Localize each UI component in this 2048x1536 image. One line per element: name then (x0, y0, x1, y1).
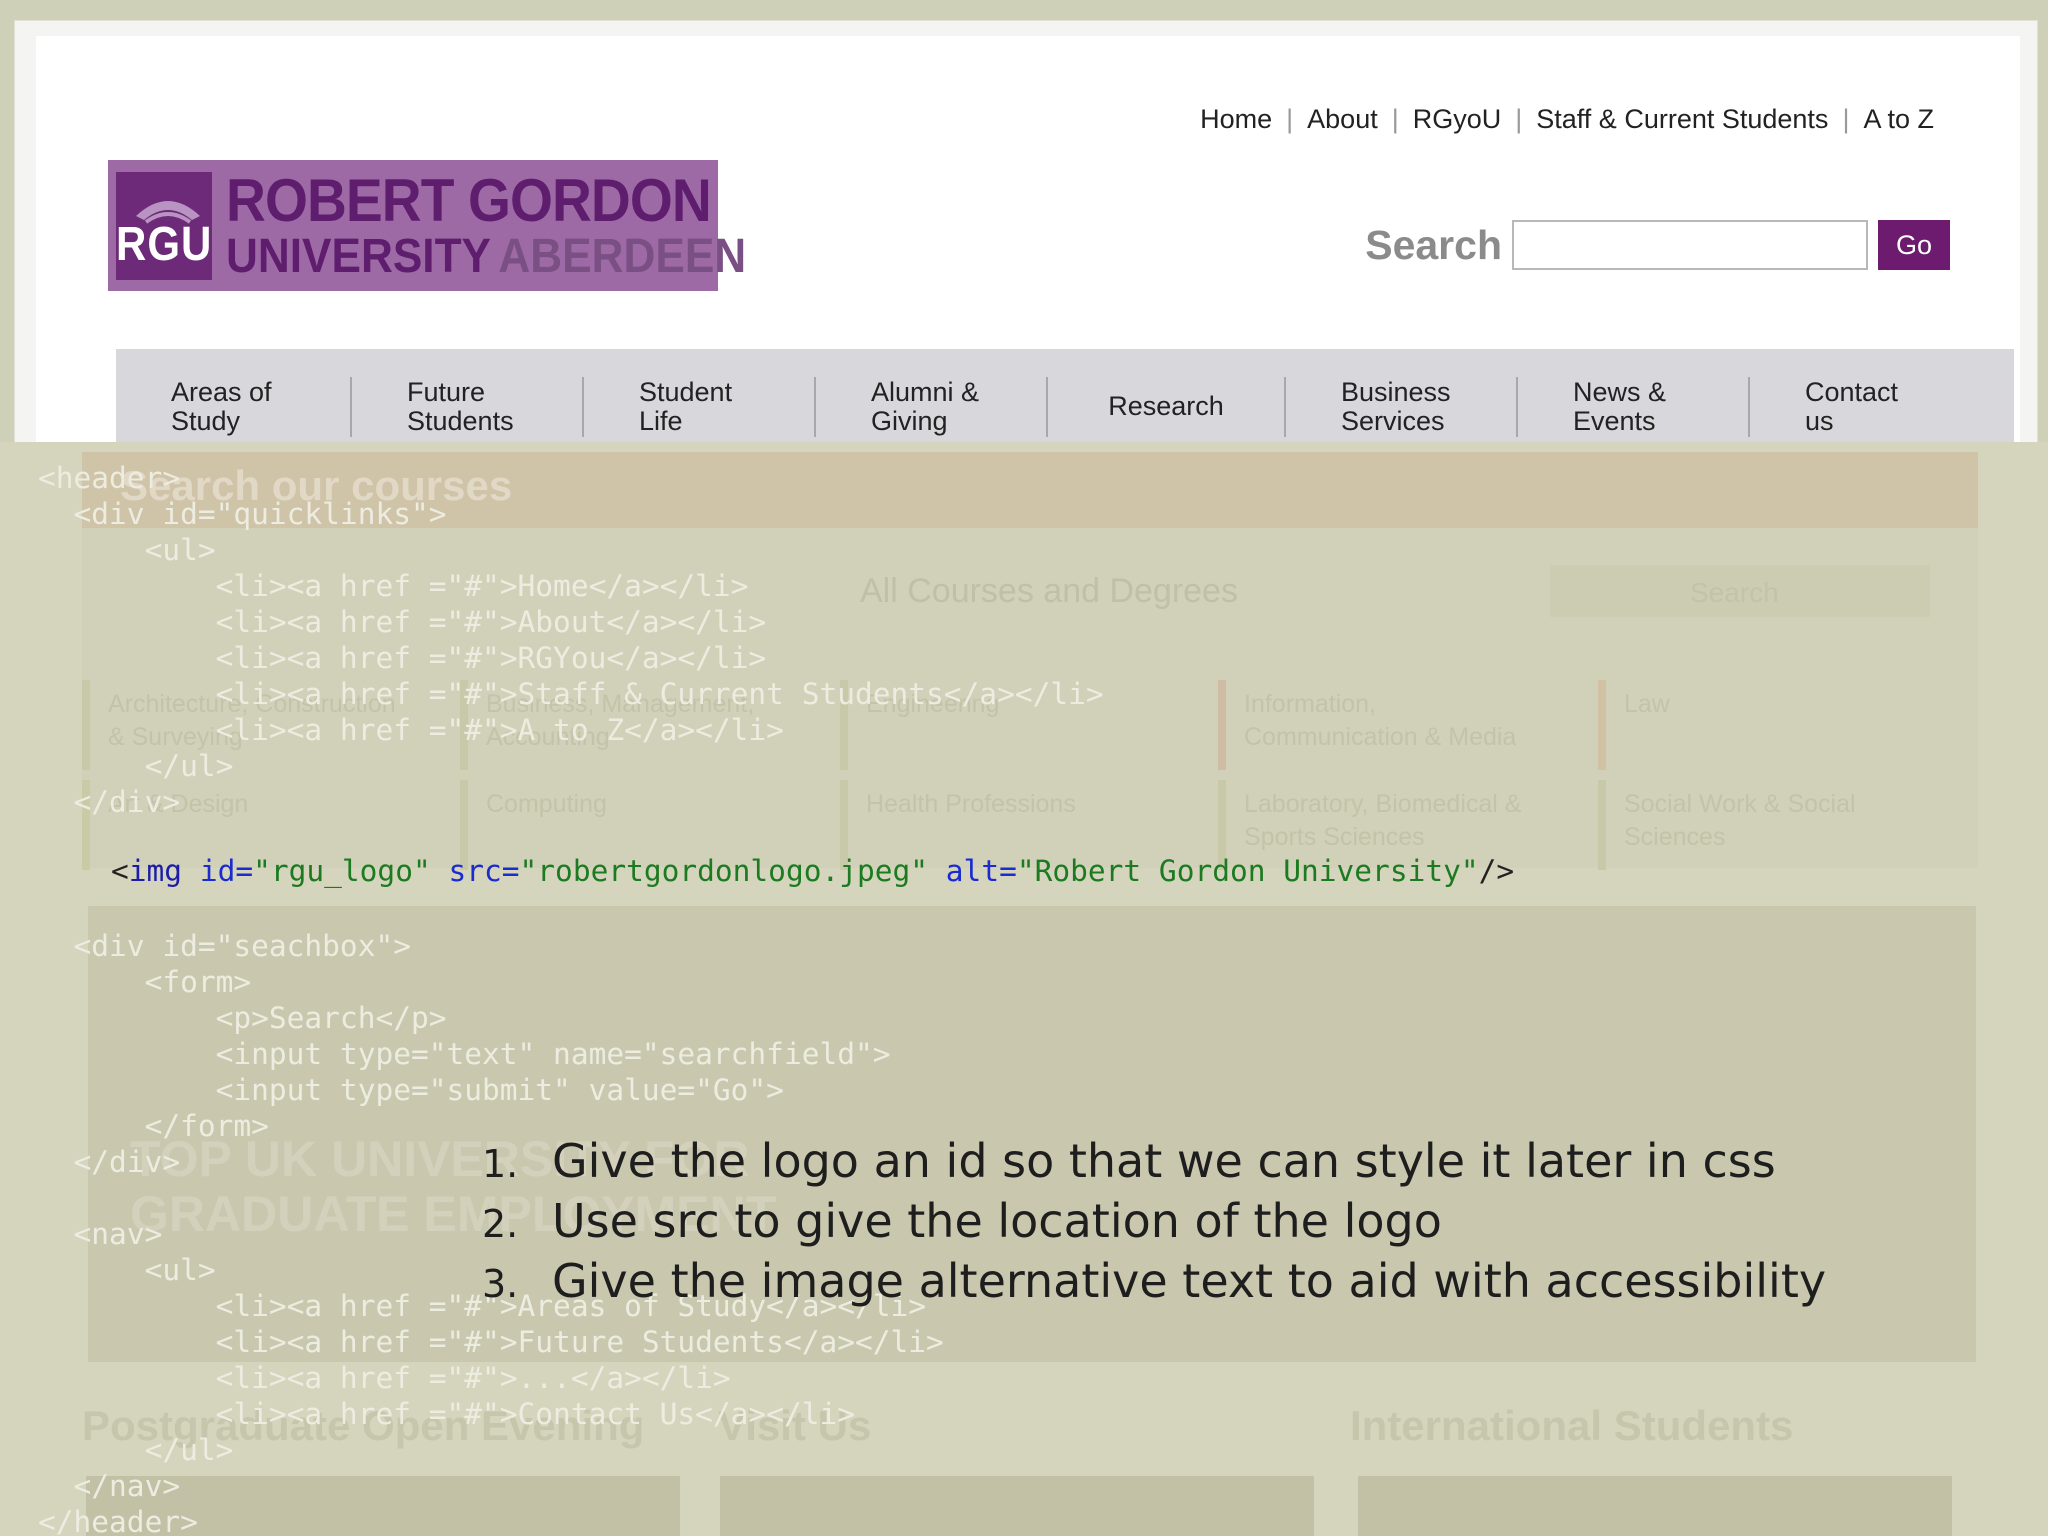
ghost-subject-tile: Information, Communication & Media (1218, 680, 1578, 770)
ghost-heading-international: International Students (1350, 1402, 1794, 1449)
ghost-subject-tile: Law (1598, 680, 1958, 770)
instruction-text: Give the logo an id so that we can style… (552, 1134, 1776, 1188)
code-close-bracket: /> (1478, 854, 1515, 888)
code-line: <li><a href ="#">Home</a></li> (38, 569, 749, 603)
code-line: <li><a href ="#">Contact Us</a></li> (38, 1397, 855, 1431)
quicklinks-bar: Home | About | RGyoU | Staff & Current Student… (1200, 104, 1934, 135)
code-attr-id: id= (182, 854, 254, 888)
code-line: </header> (38, 1505, 198, 1536)
instruction-number: 1. (482, 1142, 519, 1186)
code-line: <input type="text" name="searchfield"> (38, 1037, 891, 1071)
code-line: <input type="submit" value="Go"> (38, 1073, 784, 1107)
instruction-text: Use src to give the location of the logo (552, 1194, 1442, 1248)
ghost-thumbnail (1358, 1476, 1952, 1536)
nav-item-student-life[interactable]: Student Life (584, 376, 816, 437)
code-line: <li><a href ="#">About</a></li> (38, 605, 767, 639)
logo-line-1: ROBERT GORDON (226, 166, 712, 234)
nav-item-contact-us[interactable]: Contact us (1750, 377, 1994, 437)
nav-item-business-services[interactable]: Business Services (1286, 376, 1518, 437)
logo-line-2: UNIVERSITY ABERDEEN (226, 229, 747, 283)
code-line: <div id="seachbox"> (38, 929, 411, 963)
code-overlay: <header> <div id="quicklinks"> <ul> <li>… (38, 460, 1104, 1536)
rgu-logo[interactable]: RGU ROBERT GORDON UNIVERSITY ABERDEEN (108, 160, 747, 291)
code-open-bracket: < (111, 854, 129, 888)
logo-aberdeen: ABERDEEN (498, 229, 747, 283)
quicklink-staff-current-students[interactable]: Staff & Current Students (1536, 104, 1828, 135)
nav-item-future-students[interactable]: Future Students (352, 376, 584, 437)
quicklink-separator: | (1515, 104, 1523, 134)
instruction-text: Give the image alternative text to aid w… (552, 1254, 1827, 1308)
code-val-src: "robertgordonlogo.jpeg" (519, 854, 929, 888)
logo-university: UNIVERSITY (226, 229, 492, 283)
code-line: <li><a href ="#">Staff & Current Student… (38, 677, 1104, 711)
code-line: </nav> (38, 1469, 181, 1503)
code-tag-img: img (128, 854, 183, 888)
code-val-id: "rgu_logo" (253, 854, 431, 888)
code-line: <header> (38, 461, 181, 495)
code-val-alt: "Robert Gordon University" (1016, 854, 1479, 888)
logo-wordmark: ROBERT GORDON UNIVERSITY ABERDEEN (226, 166, 791, 283)
quicklink-about[interactable]: About (1307, 104, 1378, 135)
instruction-number: 2. (482, 1202, 519, 1246)
code-line: <p>Search</p> (38, 1001, 447, 1035)
ghost-subject-label: Information, Communication & Media (1244, 690, 1517, 751)
nav-item-areas-of-study[interactable]: Areas of Study (116, 376, 352, 437)
quicklink-rgyou[interactable]: RGyoU (1413, 104, 1502, 135)
highlighted-img-code: <img id="rgu_logo" src="robertgordonlogo… (111, 854, 1514, 888)
code-line: </ul> (38, 1433, 234, 1467)
search-go-button[interactable]: Go (1878, 220, 1950, 270)
code-line: <ul> (38, 533, 216, 567)
search-label: Search (1365, 221, 1502, 268)
search-input[interactable] (1512, 220, 1868, 270)
searchbox: Search Go (1365, 220, 1950, 270)
code-line: <form> (38, 965, 252, 999)
code-line: <li><a href ="#">RGYou</a></li> (38, 641, 767, 675)
nav-item-alumni-giving[interactable]: Alumni & Giving (816, 376, 1048, 437)
code-attr-alt: alt= (928, 854, 1017, 888)
logo-crest: RGU (116, 171, 213, 280)
code-line: </div> (38, 785, 181, 819)
quicklink-separator: | (1842, 104, 1850, 134)
ghost-subject-label: Law (1624, 690, 1670, 718)
code-line: </ul> (38, 749, 234, 783)
quicklink-home[interactable]: Home (1200, 104, 1272, 135)
instruction-list: 1. Give the logo an id so that we can sty… (482, 1134, 1826, 1314)
ghost-subject-tile: Social Work & Social Sciences (1598, 780, 1958, 870)
quicklink-separator: | (1391, 104, 1399, 134)
code-line: <div id="quicklinks"> (38, 497, 447, 531)
code-line: <li><a href ="#">A to Z</a></li> (38, 713, 784, 747)
nav-item-news-events[interactable]: News & Events (1518, 376, 1750, 437)
ghost-search-button-label: Search (1690, 577, 1779, 608)
instruction-number: 3. (482, 1262, 519, 1306)
code-line: <li><a href ="#">Future Students</a></li… (38, 1325, 944, 1359)
ghost-subject-label: Social Work & Social Sciences (1624, 790, 1856, 851)
instruction-item: 1. Give the logo an id so that we can sty… (482, 1134, 1826, 1194)
code-attr-src: src= (430, 854, 520, 888)
quicklink-separator: | (1286, 104, 1294, 134)
code-line: <li><a href ="#">...</a></li> (38, 1361, 731, 1395)
quicklink-a-to-z[interactable]: A to Z (1863, 104, 1934, 135)
nav-item-research[interactable]: Research (1048, 376, 1286, 437)
logo-crest-text: RGU (116, 215, 213, 270)
ghost-subject-label: Laboratory, Biomedical & Sports Sciences (1244, 790, 1522, 851)
instruction-item: 3. Give the image alternative text to aid… (482, 1254, 1826, 1314)
instruction-item: 2. Use src to give the location of the lo… (482, 1194, 1826, 1254)
